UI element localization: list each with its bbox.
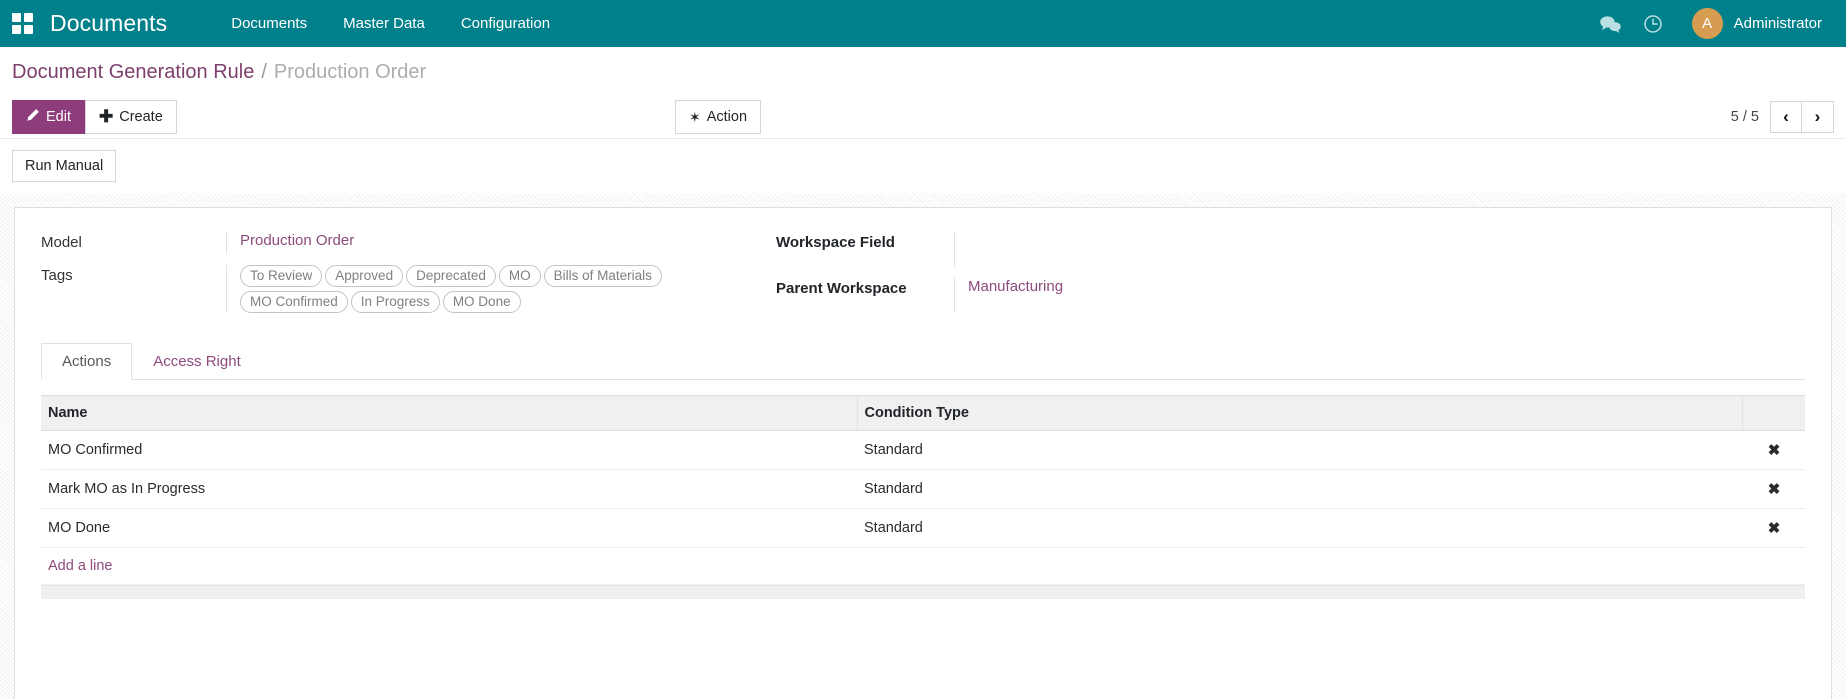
form-group-left: Model Production Order Tags To Review Ap… [41, 232, 776, 313]
clock-icon[interactable] [1632, 14, 1674, 34]
plus-icon: ✚ [99, 108, 113, 125]
button-box: Run Manual [0, 138, 1846, 193]
model-value-link[interactable]: Production Order [240, 232, 354, 249]
gear-icon: ✶ [689, 110, 701, 124]
table-header-row: Name Condition Type [41, 396, 1805, 431]
breadcrumb-separator: / [261, 61, 267, 84]
tag-item[interactable]: Bills of Materials [544, 265, 662, 287]
cell-name[interactable]: Mark MO as In Progress [41, 470, 857, 509]
create-button[interactable]: ✚ Create [85, 100, 177, 134]
pager-buttons: ‹ › [1770, 101, 1834, 133]
edit-button[interactable]: Edit [12, 100, 85, 134]
parent-workspace-value-cell: Manufacturing [954, 278, 1805, 313]
edit-button-label: Edit [46, 109, 71, 125]
form-group-right: Workspace Field Parent Workspace Manufac… [776, 232, 1805, 313]
delete-x-icon[interactable]: ✖ [1742, 509, 1805, 548]
tag-item[interactable]: MO [499, 265, 541, 287]
form-sheet: Model Production Order Tags To Review Ap… [14, 207, 1832, 699]
apps-grid-icon[interactable] [12, 13, 34, 35]
model-label: Model [41, 232, 226, 254]
parent-workspace-value-link[interactable]: Manufacturing [968, 278, 1063, 295]
column-header-condition-type[interactable]: Condition Type [857, 396, 1742, 431]
menu-item-master-data[interactable]: Master Data [325, 2, 443, 45]
notebook: Actions Access Right Name Condition Type [41, 343, 1805, 599]
cell-name[interactable]: MO Done [41, 509, 857, 548]
cell-condition-type[interactable]: Standard [857, 470, 1742, 509]
breadcrumb: Document Generation Rule / Production Or… [0, 47, 1846, 95]
tab-actions[interactable]: Actions [41, 343, 132, 380]
tag-list: To Review Approved Deprecated MO Bills o… [240, 265, 745, 313]
create-button-label: Create [119, 109, 163, 125]
tags-label: Tags [41, 265, 226, 313]
app-brand-title[interactable]: Documents [50, 10, 167, 37]
form-groups: Model Production Order Tags To Review Ap… [41, 232, 1805, 313]
top-navbar: Documents Documents Master Data Configur… [0, 0, 1846, 47]
user-name-label: Administrator [1734, 15, 1822, 32]
pencil-icon [26, 108, 40, 126]
tag-item[interactable]: In Progress [351, 291, 440, 313]
workspace-field-label: Workspace Field [776, 232, 954, 267]
workspace-field-value[interactable] [954, 232, 1805, 267]
tag-item[interactable]: Deprecated [406, 265, 496, 287]
breadcrumb-parent-link[interactable]: Document Generation Rule [12, 61, 254, 84]
actions-list-view: Name Condition Type MO Confirmed Standar… [41, 395, 1805, 599]
messages-icon[interactable] [1590, 15, 1632, 33]
navbar-right-group: A Administrator [1590, 8, 1828, 39]
parent-workspace-label: Parent Workspace [776, 278, 954, 313]
menu-item-configuration[interactable]: Configuration [443, 2, 568, 45]
menu-item-documents[interactable]: Documents [213, 2, 325, 45]
run-manual-button[interactable]: Run Manual [12, 150, 116, 182]
main-menu: Documents Master Data Configuration [213, 2, 568, 45]
chevron-left-icon[interactable]: ‹ [1770, 101, 1802, 133]
table-header: Name Condition Type [41, 396, 1805, 431]
action-menu-wrap: ✶ Action [675, 95, 761, 138]
list-footer-strip [41, 585, 1805, 599]
control-panel: Edit ✚ Create ✶ Action 5 / 5 ‹ › [0, 95, 1846, 138]
table-row[interactable]: Mark MO as In Progress Standard ✖ [41, 470, 1805, 509]
cell-name[interactable]: MO Confirmed [41, 431, 857, 470]
chevron-right-icon[interactable]: › [1802, 101, 1834, 133]
user-menu[interactable]: A Administrator [1674, 8, 1828, 39]
table-row[interactable]: MO Done Standard ✖ [41, 509, 1805, 548]
sheet-background: Model Production Order Tags To Review Ap… [0, 193, 1846, 699]
notebook-tabs: Actions Access Right [41, 343, 1805, 380]
tag-item[interactable]: Approved [325, 265, 403, 287]
record-buttons: Edit ✚ Create [12, 100, 177, 134]
tag-item[interactable]: To Review [240, 265, 322, 287]
cell-condition-type[interactable]: Standard [857, 431, 1742, 470]
action-button-label: Action [707, 109, 747, 125]
pager-count[interactable]: 5 / 5 [1731, 109, 1759, 125]
delete-x-icon[interactable]: ✖ [1742, 470, 1805, 509]
tag-item[interactable]: MO Confirmed [240, 291, 348, 313]
model-value-cell: Production Order [226, 232, 776, 254]
column-header-actions [1742, 396, 1805, 431]
table-row[interactable]: MO Confirmed Standard ✖ [41, 431, 1805, 470]
table-body: MO Confirmed Standard ✖ Mark MO as In Pr… [41, 431, 1805, 548]
column-header-name[interactable]: Name [41, 396, 857, 431]
avatar: A [1692, 8, 1723, 39]
action-button[interactable]: ✶ Action [675, 100, 761, 134]
cell-condition-type[interactable]: Standard [857, 509, 1742, 548]
breadcrumb-current: Production Order [274, 61, 426, 84]
add-a-line-link[interactable]: Add a line [41, 548, 1805, 585]
delete-x-icon[interactable]: ✖ [1742, 431, 1805, 470]
tag-item[interactable]: MO Done [443, 291, 521, 313]
pager: 5 / 5 ‹ › [1731, 101, 1834, 133]
tab-access-right[interactable]: Access Right [132, 343, 262, 380]
tags-value-cell: To Review Approved Deprecated MO Bills o… [226, 265, 776, 313]
actions-table: Name Condition Type MO Confirmed Standar… [41, 395, 1805, 548]
